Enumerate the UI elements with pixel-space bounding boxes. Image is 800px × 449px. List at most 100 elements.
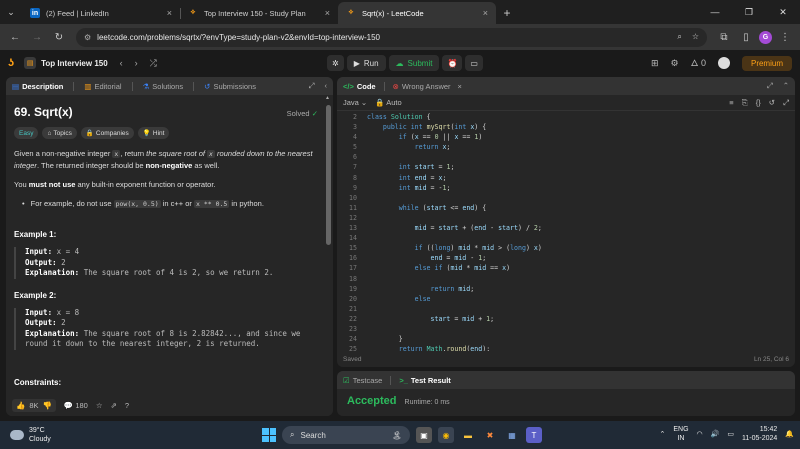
- scroll-thumb[interactable]: [326, 105, 331, 245]
- close-icon[interactable]: ×: [325, 8, 330, 18]
- braces-icon[interactable]: {}: [756, 98, 761, 108]
- notification-bell-icon[interactable]: 🔔: [785, 430, 794, 438]
- menu-dots-icon[interactable]: ⋮: [776, 28, 794, 46]
- streak-counter[interactable]: 🜂 0: [691, 54, 706, 72]
- url-input[interactable]: ⚙ leetcode.com/problems/sqrtx/?envType=s…: [76, 27, 707, 47]
- taskbar-search[interactable]: ⌕ Search 🏝: [282, 426, 410, 444]
- tag-icon: ⌂: [47, 129, 52, 137]
- tab-title: (2) Feed | LinkedIn: [46, 8, 109, 18]
- collapse-icon[interactable]: ⌃: [783, 81, 789, 91]
- autocomplete-mode[interactable]: 🔒 Auto: [375, 98, 401, 107]
- next-problem-icon[interactable]: ›: [135, 58, 138, 69]
- timer-button[interactable]: ⏰: [442, 55, 463, 71]
- test-tabs: ☑ Testcase >_ Test Result: [337, 371, 795, 389]
- sidebar-icon[interactable]: ▯: [737, 28, 755, 46]
- region-code: IN: [677, 435, 685, 442]
- copilot-icon[interactable]: ✖: [482, 427, 498, 443]
- tab-testcase[interactable]: ☑ Testcase: [343, 376, 382, 385]
- share-icon[interactable]: ⇗: [111, 401, 117, 410]
- description-scrollbar[interactable]: ▲ ▼: [325, 95, 331, 408]
- file-explorer-icon[interactable]: ▬: [460, 427, 476, 443]
- tab-test-result[interactable]: >_ Test Result: [399, 376, 450, 385]
- tab-description[interactable]: ▤ Description: [12, 82, 63, 91]
- task-view-icon[interactable]: ▣: [416, 427, 432, 443]
- browser-tab-linkedin[interactable]: in (2) Feed | LinkedIn ×: [22, 2, 180, 24]
- reload-icon[interactable]: ↻: [50, 28, 68, 46]
- study-plan-link[interactable]: ▤ Top Interview 150: [24, 57, 108, 69]
- hint-chip[interactable]: 💡 Hint: [137, 127, 170, 139]
- help-icon[interactable]: ?: [125, 401, 129, 410]
- tab-editorial[interactable]: ▥ Editorial: [84, 82, 121, 91]
- input-language[interactable]: ENG IN: [673, 425, 688, 443]
- thumbs-up-icon[interactable]: 👍: [16, 401, 25, 410]
- windows-start-icon[interactable]: [262, 428, 276, 442]
- search-label: Search: [300, 430, 326, 440]
- restore-icon[interactable]: ❐: [732, 0, 766, 24]
- divider: [390, 375, 392, 385]
- user-avatar[interactable]: [717, 57, 730, 69]
- zoom-icon[interactable]: ⌕: [677, 32, 681, 42]
- back-icon[interactable]: ←: [6, 28, 24, 46]
- favorite-star-icon[interactable]: ☆: [96, 401, 103, 410]
- battery-icon[interactable]: ▭: [727, 430, 734, 438]
- layout-grid-icon[interactable]: ⊞: [651, 58, 659, 69]
- thumbs-down-icon[interactable]: 👎: [43, 401, 52, 410]
- extensions-icon[interactable]: ⧉: [715, 28, 733, 46]
- tray-chevron-icon[interactable]: ⌃: [659, 430, 665, 438]
- topics-chip[interactable]: ⌂ Topics: [42, 127, 77, 139]
- prev-problem-icon[interactable]: ‹: [120, 58, 123, 69]
- fullscreen-icon[interactable]: ⤢: [783, 98, 789, 108]
- collapse-icon[interactable]: ‹: [325, 81, 328, 91]
- browser-tab-study-plan[interactable]: ⟡ Top Interview 150 - Study Plan ×: [180, 2, 338, 24]
- tab-code[interactable]: </> Code: [343, 82, 376, 91]
- scroll-up-icon[interactable]: ▲: [325, 95, 330, 101]
- maximize-icon[interactable]: ⤢: [309, 81, 315, 91]
- profile-avatar[interactable]: G: [759, 30, 772, 44]
- bookmark-star-icon[interactable]: ☆: [692, 32, 699, 42]
- bookmark-icon[interactable]: ⎘: [742, 98, 748, 108]
- run-button[interactable]: ▶ Run: [346, 55, 386, 71]
- tab-search-icon[interactable]: ⌄: [0, 0, 22, 24]
- folder-icon[interactable]: ▦: [504, 427, 520, 443]
- chrome-icon[interactable]: ◉: [438, 427, 454, 443]
- clock[interactable]: 15:42 11-05-2024: [742, 425, 777, 443]
- code-line: 8 int end = x;: [353, 173, 447, 182]
- settings-gear-icon[interactable]: ⚙: [671, 58, 679, 69]
- browser-tab-sqrtx[interactable]: ⟡ Sqrt(x) - LeetCode ×: [338, 2, 496, 24]
- minimize-icon[interactable]: —: [698, 0, 732, 24]
- close-icon[interactable]: ×: [458, 82, 462, 91]
- shuffle-icon[interactable]: ⤮: [150, 58, 157, 69]
- site-info-icon[interactable]: ⚙: [84, 33, 91, 42]
- close-icon[interactable]: ×: [167, 8, 172, 18]
- submit-button[interactable]: ☁ Submit: [388, 55, 440, 71]
- address-bar: ← → ↻ ⚙ leetcode.com/problems/sqrtx/?env…: [0, 24, 800, 50]
- text: You: [14, 180, 29, 189]
- language-select[interactable]: Java ⌄: [343, 98, 367, 107]
- code-line: 13 mid = start + (end - start) / 2;: [349, 224, 542, 233]
- notes-button[interactable]: ▭: [465, 55, 483, 71]
- check-circle-icon: ✓: [311, 109, 318, 118]
- tab-submissions[interactable]: ↺ Submissions: [204, 82, 256, 91]
- wifi-icon[interactable]: ◠: [697, 430, 703, 438]
- problem-title[interactable]: 69. Sqrt(x): [14, 105, 316, 119]
- code-line: 15 if ((long) mid * mid > (long) x): [349, 244, 542, 253]
- reset-icon[interactable]: ↺: [769, 98, 775, 108]
- tab-wrong-answer[interactable]: ⊗ Wrong Answer ×: [393, 82, 462, 91]
- close-icon[interactable]: ×: [483, 8, 488, 18]
- maximize-icon[interactable]: ⤢: [767, 81, 773, 91]
- volume-icon[interactable]: 🔊: [711, 430, 720, 438]
- tab-solutions[interactable]: ⚗ Solutions: [143, 82, 184, 91]
- leetcode-logo-icon[interactable]: ʖ: [8, 57, 14, 69]
- study-plan-title: Top Interview 150: [41, 58, 108, 68]
- format-icon[interactable]: ≡: [729, 98, 733, 108]
- companies-chip[interactable]: 🔒 Companies: [80, 127, 134, 139]
- premium-button[interactable]: Premium: [741, 55, 792, 71]
- teams-icon[interactable]: T: [526, 427, 542, 443]
- close-window-icon[interactable]: ✕: [766, 0, 800, 24]
- weather-widget[interactable]: 39°C Cloudy: [0, 426, 51, 444]
- new-tab-button[interactable]: +: [496, 2, 518, 24]
- debug-button[interactable]: ✲: [327, 55, 344, 71]
- code-editor[interactable]: 2 class Solution { 3 public int mySqrt(in…: [337, 112, 795, 351]
- forward-icon[interactable]: →: [28, 28, 46, 46]
- comments-button[interactable]: 💬 180: [64, 401, 88, 410]
